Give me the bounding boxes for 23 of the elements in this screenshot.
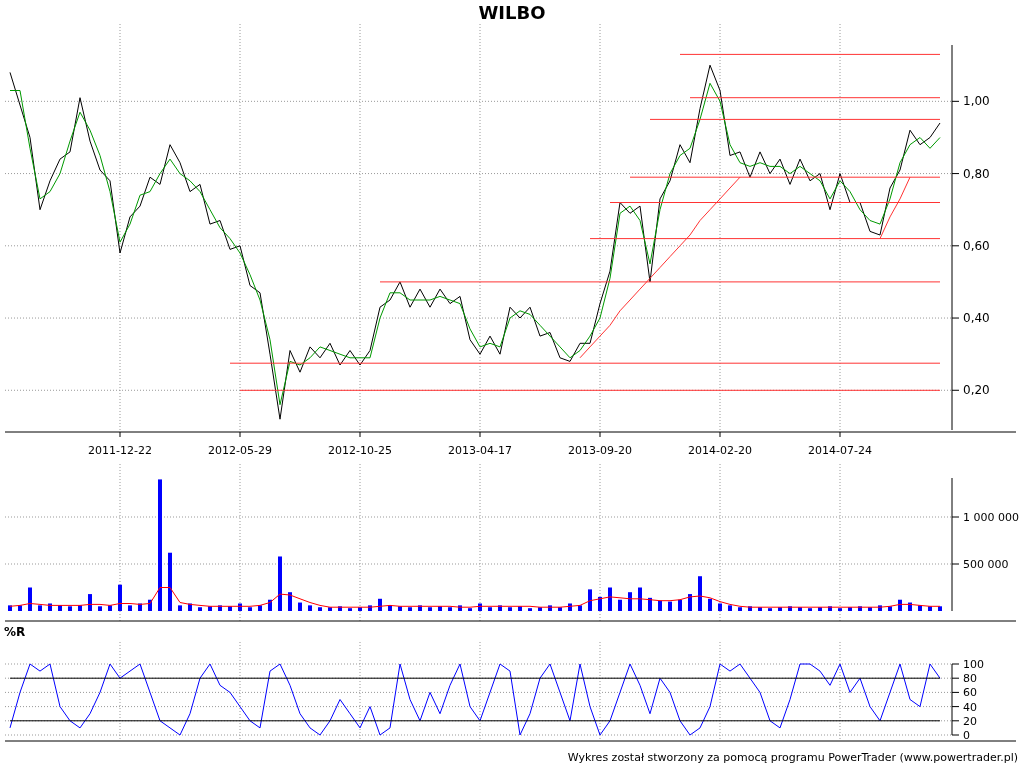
tick-label: 80 [963, 672, 977, 686]
tick-label: 2013-04-17 [448, 444, 512, 457]
chart-title: WILBO [477, 0, 547, 24]
tick-label: 2011-12-22 [88, 444, 152, 457]
tick-label: 500 000 [963, 558, 1009, 571]
chart-title: %R [4, 625, 26, 639]
tick-label: 20 [963, 714, 977, 728]
tick-label: 100 [963, 658, 984, 671]
tick-label: 2013-09-20 [568, 444, 632, 457]
tick-label: 2012-05-29 [208, 444, 272, 457]
footer-note: Wykres został stworzony za pomocą programu PowerTrader (www.powertrader.pl) [566, 749, 1019, 766]
tick-label: 2014-07-24 [808, 444, 872, 457]
tick-label: 0,80 [963, 166, 990, 181]
tick-label: 0 [963, 729, 970, 742]
tick-label: 1 000 000 [963, 511, 1019, 524]
tick-label: 1,00 [963, 94, 990, 109]
tick-label: 0,60 [963, 238, 990, 253]
tick-label: 0,40 [963, 311, 990, 326]
tick-label: 60 [963, 686, 977, 700]
tick-label: 2012-10-25 [328, 444, 392, 457]
tick-label: 0,20 [963, 383, 990, 398]
tick-label: 2014-02-20 [688, 444, 752, 457]
tick-label: 40 [963, 700, 977, 714]
